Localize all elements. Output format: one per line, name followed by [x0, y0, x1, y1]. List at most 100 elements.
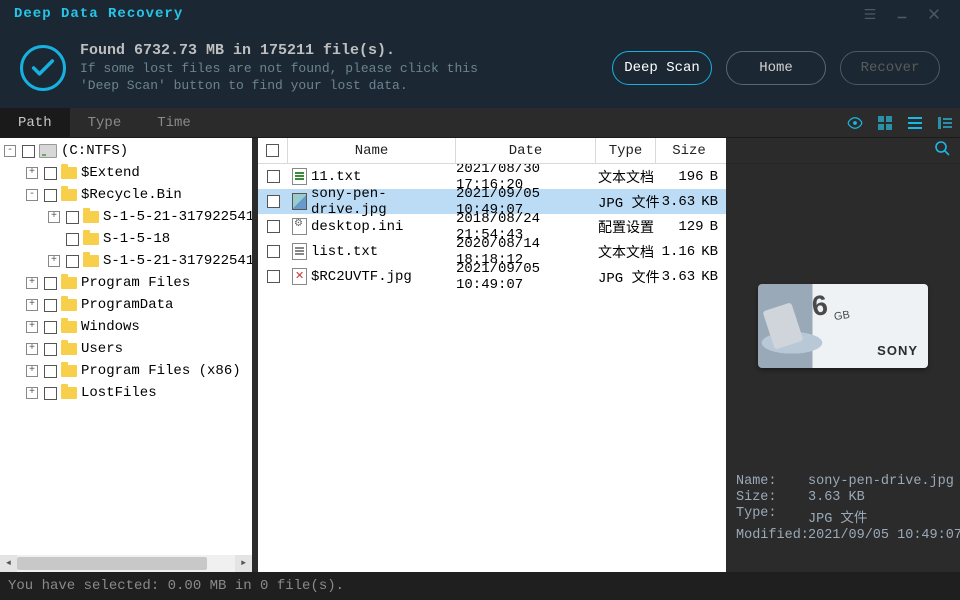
- tree-node[interactable]: - $Recycle.Bin: [0, 184, 252, 206]
- meta-type-value: JPG 文件: [808, 506, 960, 527]
- tree-node[interactable]: +ProgramData: [0, 294, 252, 316]
- scroll-right-icon[interactable]: ►: [235, 555, 252, 572]
- preview-toggle-icon[interactable]: [840, 108, 870, 137]
- tree-node[interactable]: S-1-5-18: [0, 228, 252, 250]
- meta-modified-value: 2021/09/05 10:49:07: [808, 528, 960, 543]
- tree-node[interactable]: +Program Files (x86): [0, 360, 252, 382]
- file-icon: [292, 193, 307, 210]
- detail-view-icon[interactable]: [930, 108, 960, 137]
- scroll-left-icon[interactable]: ◄: [0, 555, 17, 572]
- expand-icon[interactable]: +: [26, 167, 38, 179]
- tree-checkbox[interactable]: [44, 189, 57, 202]
- tree-node[interactable]: + Users: [0, 338, 252, 360]
- column-type[interactable]: Type: [596, 138, 656, 163]
- expand-icon[interactable]: +: [26, 365, 38, 377]
- list-view-icon[interactable]: [900, 108, 930, 137]
- collapse-icon[interactable]: -: [26, 189, 38, 201]
- folder-icon: [83, 211, 99, 223]
- expand-icon[interactable]: +: [26, 299, 38, 311]
- main: -(C:NTFS) + $Extend - $Recycle.Bin + S-1-5-21-…: [0, 138, 960, 572]
- expand-icon[interactable]: +: [48, 211, 60, 223]
- tree-node[interactable]: +Windows: [0, 316, 252, 338]
- folder-icon: [61, 189, 77, 201]
- close-icon[interactable]: [918, 0, 950, 28]
- collapse-icon[interactable]: -: [4, 145, 16, 157]
- expand-icon[interactable]: +: [26, 321, 38, 333]
- tab-path[interactable]: Path: [0, 108, 70, 137]
- column-size[interactable]: Size: [656, 138, 722, 163]
- file-name: sony-pen-drive.jpg: [311, 186, 456, 218]
- file-row[interactable]: $RC2UVTF.jpg2021/09/05 10:49:07JPG 文件3.6…: [258, 264, 726, 289]
- folder-icon: [61, 343, 77, 355]
- tree-node[interactable]: + S-1-5-21-3179225416-36: [0, 206, 252, 228]
- folder-icon: [83, 233, 99, 245]
- grid-view-icon[interactable]: [870, 108, 900, 137]
- tree-label: LostFiles: [81, 385, 157, 401]
- view-tabs: Path Type Time: [0, 108, 960, 138]
- tree-label: Users: [81, 341, 123, 357]
- file-name: desktop.ini: [311, 219, 403, 235]
- select-all-checkbox[interactable]: [258, 138, 288, 163]
- folder-icon: [83, 255, 99, 267]
- tree-h-scrollbar[interactable]: ◄ ►: [0, 555, 252, 572]
- tree-label: S-1-5-21-3179225416-36: [103, 209, 252, 225]
- tree-checkbox[interactable]: [44, 321, 57, 334]
- tree-checkbox[interactable]: [44, 167, 57, 180]
- tree-node[interactable]: +Program Files: [0, 272, 252, 294]
- expand-icon[interactable]: +: [26, 343, 38, 355]
- tab-type[interactable]: Type: [70, 108, 140, 137]
- expand-icon[interactable]: +: [26, 277, 38, 289]
- expand-icon[interactable]: +: [26, 387, 38, 399]
- file-list-header: Name Date Type Size: [258, 138, 726, 164]
- tree-checkbox[interactable]: [44, 277, 57, 290]
- column-name[interactable]: Name: [288, 138, 456, 163]
- meta-modified-label: Modified:: [736, 528, 808, 543]
- tree-label: $Recycle.Bin: [81, 187, 182, 203]
- file-icon: [292, 168, 307, 185]
- tree-checkbox[interactable]: [66, 233, 79, 246]
- file-icon: [292, 243, 307, 260]
- file-checkbox[interactable]: [267, 270, 280, 283]
- meta-size-value: 3.63 KB: [808, 490, 960, 505]
- file-checkbox[interactable]: [267, 245, 280, 258]
- column-date[interactable]: Date: [456, 138, 596, 163]
- file-type: JPG 文件: [596, 192, 656, 212]
- tree-node[interactable]: + S-1-5-21-3179225416-36: [0, 250, 252, 272]
- scan-result-summary: Found 6732.73 MB in 175211 file(s).: [80, 42, 598, 59]
- file-size: 3.63KB: [656, 269, 722, 285]
- file-checkbox[interactable]: [267, 220, 280, 233]
- tree-checkbox[interactable]: [66, 211, 79, 224]
- preview-thumbnail: 6 GB SONY: [758, 284, 928, 368]
- tree-label: $Extend: [81, 165, 140, 181]
- file-type: 文本文档: [596, 242, 656, 262]
- status-text: You have selected: 0.00 MB in 0 file(s).: [8, 578, 344, 594]
- tree-checkbox[interactable]: [44, 343, 57, 356]
- scroll-thumb[interactable]: [17, 557, 207, 570]
- recover-button[interactable]: Recover: [840, 51, 940, 85]
- file-checkbox[interactable]: [267, 170, 280, 183]
- tree-checkbox[interactable]: [44, 387, 57, 400]
- file-size: 1.16KB: [656, 244, 722, 260]
- expand-placeholder: [48, 233, 60, 245]
- menu-icon[interactable]: [854, 0, 886, 28]
- home-button[interactable]: Home: [726, 51, 826, 85]
- titlebar: Deep Data Recovery: [0, 0, 960, 28]
- tree-label: S-1-5-21-3179225416-36: [103, 253, 252, 269]
- minimize-icon[interactable]: [886, 0, 918, 28]
- tree-checkbox[interactable]: [66, 255, 79, 268]
- tree-checkbox[interactable]: [22, 145, 35, 158]
- tree-checkbox[interactable]: [44, 365, 57, 378]
- tree-node[interactable]: -(C:NTFS): [0, 140, 252, 162]
- deep-scan-button[interactable]: Deep Scan: [612, 51, 712, 85]
- file-checkbox[interactable]: [267, 195, 280, 208]
- tab-time[interactable]: Time: [139, 108, 209, 137]
- tree-node[interactable]: + LostFiles: [0, 382, 252, 404]
- meta-name-label: Name:: [736, 474, 808, 489]
- file-type: 配置设置: [596, 217, 656, 237]
- file-size: 196B: [656, 169, 722, 185]
- tree-node[interactable]: + $Extend: [0, 162, 252, 184]
- expand-icon[interactable]: +: [48, 255, 60, 267]
- app-title: Deep Data Recovery: [14, 6, 183, 22]
- search-icon[interactable]: [934, 140, 950, 161]
- tree-checkbox[interactable]: [44, 299, 57, 312]
